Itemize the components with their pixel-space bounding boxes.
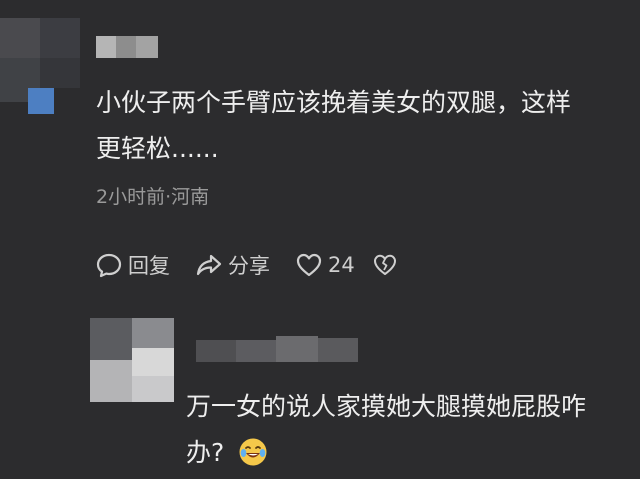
reply-text-line: 办? [186,430,640,476]
username[interactable] [196,336,358,362]
reply-bubble-icon [96,253,122,278]
like-button[interactable]: 24 [296,253,355,277]
reply-text: 万一女的说人家摸她大腿摸她屁股咋 办? [186,384,640,476]
comment-meta: 2小时前·河南 [96,186,210,208]
reply-text-line: 万一女的说人家摸她大腿摸她屁股咋 [186,392,587,421]
comment-text-line: 小伙子两个手臂应该挽着美女的双腿，这样 [96,88,572,117]
share-button[interactable]: 分享 [196,250,270,280]
avatar[interactable] [0,18,80,114]
dislike-button[interactable] [373,253,397,277]
comment-text-line: 更轻松...... [96,134,219,163]
share-arrow-icon [196,254,222,276]
comment-text: 小伙子两个手臂应该挽着美女的双腿，这样 更轻松...... [96,80,640,172]
comment-actions: 回复 分享 24 [96,248,423,282]
heart-icon [296,253,322,277]
reply-text-line-2: 办? [186,438,225,467]
like-count: 24 [328,253,355,277]
reply-button[interactable]: 回复 [96,250,170,280]
reply-label: 回复 [128,254,170,278]
broken-heart-icon [373,254,396,275]
avatar[interactable] [90,318,174,402]
share-label: 分享 [228,254,270,278]
crying-laughing-emoji [239,438,267,466]
username[interactable] [96,36,160,58]
